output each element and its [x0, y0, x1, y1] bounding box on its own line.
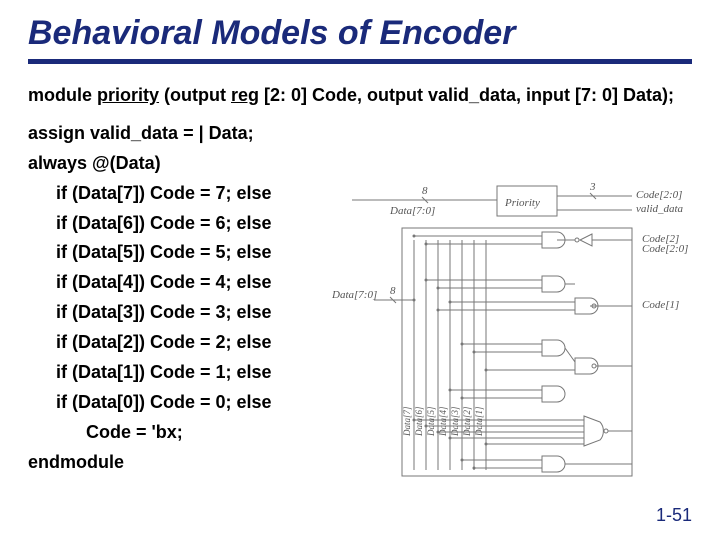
- label-d7: Data[7]: [402, 406, 412, 437]
- circuit-diagram: 8 Data[7:0] Priority 3 Code[2:0] valid_d…: [332, 180, 692, 480]
- kw-module: module: [28, 85, 97, 105]
- label-data-left: Data[7:0]: [332, 289, 377, 301]
- label-8-left: 8: [390, 285, 396, 297]
- kw-reg: reg: [231, 85, 259, 105]
- title-rule: [28, 59, 692, 64]
- label-valid: valid_data: [636, 203, 684, 215]
- assign-line: assign valid_data = | Data;: [28, 120, 692, 148]
- label-d5: Data[5]: [426, 406, 436, 437]
- decl-mid: (output: [159, 85, 231, 105]
- label-code1: Code[1]: [642, 299, 679, 311]
- label-3: 3: [589, 181, 596, 193]
- always-line: always @(Data): [28, 150, 692, 178]
- slide-title: Behavioral Models of Encoder: [28, 14, 692, 53]
- label-code: Code[2:0]: [636, 189, 682, 201]
- decl-rest: [2: 0] Code, output valid_data, input [7…: [259, 85, 674, 105]
- label-d6: Data[6]: [414, 406, 424, 437]
- label-data: Data[7:0]: [389, 205, 435, 217]
- label-8: 8: [422, 185, 428, 197]
- page-number: 1-51: [656, 505, 692, 526]
- label-priority: Priority: [504, 197, 540, 209]
- label-code20: Code[2:0]: [642, 243, 688, 255]
- module-decl: module priority (output reg [2: 0] Code,…: [28, 82, 692, 110]
- module-name: priority: [97, 85, 159, 105]
